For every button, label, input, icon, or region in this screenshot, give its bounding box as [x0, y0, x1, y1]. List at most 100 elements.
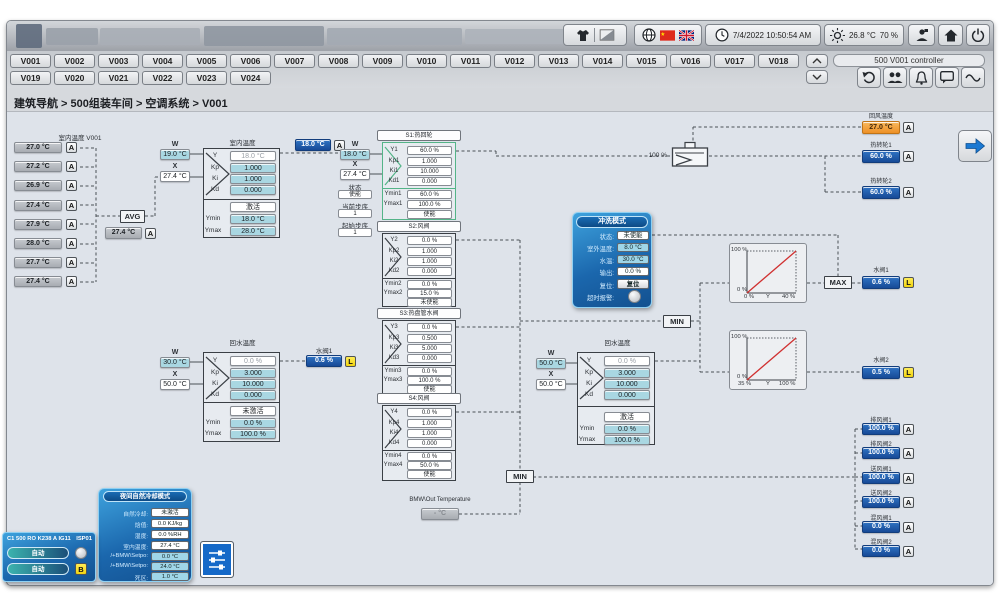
s3-ymax-value[interactable]: 100.0 %	[407, 376, 452, 385]
s2-mode[interactable]: 未使能	[407, 298, 452, 307]
s1-kd-value[interactable]: 0.000	[407, 177, 452, 186]
g2-xmin: 35 %	[738, 381, 751, 387]
pid2-kd-value[interactable]: 0.000	[230, 390, 276, 400]
alarm-badge[interactable]: A	[66, 200, 77, 211]
alarm-badge[interactable]: A	[903, 187, 914, 198]
s4-kp-value[interactable]: 1.000	[407, 419, 452, 428]
alarm-badge[interactable]: A	[66, 238, 77, 249]
pid1-kd-value[interactable]: 0.000	[230, 185, 276, 195]
auto-mode-button-1[interactable]: 自动	[7, 547, 69, 559]
s4-ymin-value[interactable]: 0.0 %	[407, 452, 452, 461]
pid1-kp-value[interactable]: 1.000	[230, 163, 276, 173]
s4-ymax-value[interactable]: 50.0 %	[407, 461, 452, 470]
alarm-badge[interactable]: A	[903, 546, 914, 557]
s3-ymin-value[interactable]: 0.0 %	[407, 367, 452, 376]
local-badge[interactable]: L	[345, 356, 356, 367]
alarm-badge[interactable]: A	[66, 276, 77, 287]
pid3-y-value[interactable]: 0.0 %	[604, 356, 650, 366]
alarm-badge[interactable]: A	[903, 151, 914, 162]
s3-kd-value[interactable]: 0.000	[407, 354, 452, 363]
s1-mode[interactable]: 使能	[407, 210, 452, 219]
alarm-badge[interactable]: A	[66, 257, 77, 268]
s1-kd-lbl: Kd1	[383, 178, 405, 184]
night-deadband-value[interactable]: 1.0 °C	[151, 572, 189, 581]
alarm-badge[interactable]: A	[66, 219, 77, 230]
s1-ymax-value[interactable]: 100.0 %	[407, 200, 452, 209]
s4-ki-value[interactable]: 1.000	[407, 429, 452, 438]
night-setpo1-value[interactable]: 0.0 °C	[151, 552, 189, 561]
stage-start-step-value[interactable]: 1	[338, 228, 372, 237]
alarm-badge[interactable]: A	[903, 122, 914, 133]
pid1-mode[interactable]: 激活	[230, 202, 276, 212]
s4-kd-value[interactable]: 0.000	[407, 439, 452, 448]
stage-w-value[interactable]: 18.0 °C	[340, 149, 370, 160]
alarm-badge[interactable]: A	[903, 473, 914, 484]
s4-mode[interactable]: 使能	[407, 470, 452, 479]
pid2-ki-value[interactable]: 10.000	[230, 379, 276, 389]
local-badge[interactable]: L	[903, 277, 914, 288]
s1-kp-value[interactable]: 1.000	[407, 157, 452, 166]
pid3-w-input[interactable]: 50.0 °C	[536, 358, 566, 369]
s1-y-value[interactable]: 60.0 %	[407, 146, 452, 155]
pid2-w-input[interactable]: 30.0 °C	[160, 357, 190, 368]
flush-reset-button[interactable]: 复位	[617, 279, 649, 289]
pid1-ymax-value[interactable]: 28.0 °C	[230, 226, 276, 236]
local-badge[interactable]: L	[903, 367, 914, 378]
s3-kp-value[interactable]: 0.500	[407, 334, 452, 343]
b-badge[interactable]: B	[75, 563, 87, 575]
alarm-badge[interactable]: A	[903, 522, 914, 533]
pid2-y-value[interactable]: 0.0 %	[230, 356, 276, 366]
pid2-y-lbl: Y	[204, 357, 226, 364]
heat-wheel1-value: 60.0 %	[862, 150, 900, 163]
alarm-badge[interactable]: A	[66, 180, 77, 191]
pid1-divider	[203, 199, 280, 200]
s2-ki-value[interactable]: 1.000	[407, 257, 452, 266]
s3-y-value[interactable]: 0.0 %	[407, 323, 452, 332]
s2-kd-value[interactable]: 0.000	[407, 267, 452, 276]
s4-y-value[interactable]: 0.0 %	[407, 408, 452, 417]
s1-ymin-value[interactable]: 60.0 %	[407, 190, 452, 199]
flush-output-label: 输出:	[570, 268, 614, 277]
alarm-badge[interactable]: A	[66, 161, 77, 172]
pid3-kp-value[interactable]: 3.000	[604, 368, 650, 378]
s2-ymin-value[interactable]: 0.0 %	[407, 280, 452, 289]
s2-kp-value[interactable]: 1.000	[407, 247, 452, 256]
alarm-badge[interactable]: A	[903, 448, 914, 459]
pid2-ymin-value[interactable]: 0.0 %	[230, 418, 276, 428]
s3-kp-lbl: Kp3	[383, 335, 405, 341]
pid2-ymax-value[interactable]: 100.0 %	[230, 429, 276, 439]
navigate-next-button[interactable]	[958, 130, 992, 162]
night-setpo2-value[interactable]: 24.0 °C	[151, 562, 189, 571]
pid1-y-value[interactable]: 18.0 °C	[230, 151, 276, 161]
pid2-title: 回水温度	[215, 337, 270, 347]
s3-ki-value[interactable]: 5.000	[407, 344, 452, 353]
pid3-ki-value[interactable]: 10.000	[604, 379, 650, 389]
alarm-badge[interactable]: A	[903, 497, 914, 508]
pid2-mode[interactable]: 未激活	[230, 406, 276, 416]
flush-water-value[interactable]: 30.0 °C	[617, 255, 649, 264]
damper-output-row: 混风阀1 0.0 % A	[862, 513, 916, 533]
s2-y-value[interactable]: 0.0 %	[407, 236, 452, 245]
pid3-ymax-value[interactable]: 100.0 %	[604, 435, 650, 445]
night-enthalpy-value: 0.0 KJ/kg	[151, 519, 189, 528]
damper-output-row: 排风阀2 100.0 % A	[862, 439, 916, 459]
flush-outdoor-value[interactable]: 8.0 °C	[617, 243, 649, 252]
adjustments-button[interactable]	[200, 541, 234, 578]
s2-kd-lbl: Kd2	[383, 268, 405, 274]
pid1-w-input[interactable]: 19.0 °C	[160, 149, 190, 160]
pid2-kp-value[interactable]: 3.000	[230, 368, 276, 378]
pid1-ki-value[interactable]: 1.000	[230, 174, 276, 184]
pid1-ymin-value[interactable]: 18.0 °C	[230, 214, 276, 224]
auto-mode-button-2[interactable]: 自动	[7, 563, 69, 575]
pid3-ymin-value[interactable]: 0.0 %	[604, 424, 650, 434]
s4-kd-lbl: Kd4	[383, 440, 405, 446]
s1-ki-value[interactable]: 10.000	[407, 167, 452, 176]
alarm-badge[interactable]: A	[66, 142, 77, 153]
pid3-mode[interactable]: 激活	[604, 412, 650, 422]
alarm-badge[interactable]: A	[903, 424, 914, 435]
s2-ymax-value[interactable]: 15.0 %	[407, 289, 452, 298]
pid3-kd-value[interactable]: 0.000	[604, 390, 650, 400]
g2-ymax: 100 %	[731, 334, 747, 340]
output-top-label: 热转轮1	[856, 140, 906, 149]
alarm-badge[interactable]: A	[145, 228, 156, 239]
